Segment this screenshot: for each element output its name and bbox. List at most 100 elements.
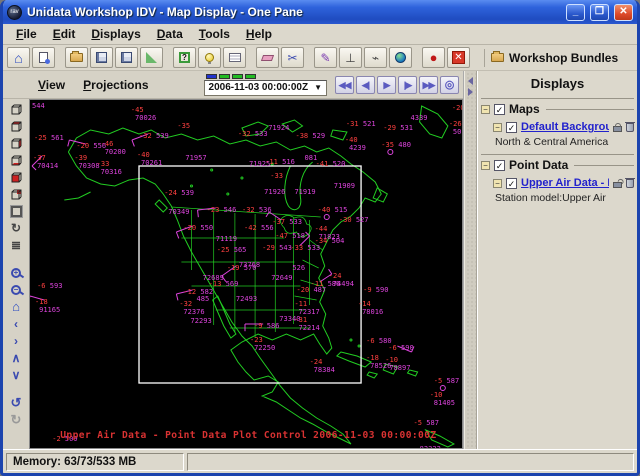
default-background-link[interactable]: Default Backgroun... xyxy=(521,121,609,133)
go-end-button[interactable]: ▶▶ xyxy=(419,76,438,94)
status-message-area xyxy=(187,453,634,471)
home-icon: ⌂ xyxy=(14,52,22,64)
upper-air-link[interactable]: Upper Air Data - P... xyxy=(521,177,609,189)
save-bundle-button[interactable] xyxy=(90,47,113,68)
new-display-button[interactable] xyxy=(32,47,55,68)
perspective-view-button[interactable] xyxy=(6,101,26,117)
capture-image-button[interactable]: ? xyxy=(173,47,196,68)
corner-view-button[interactable] xyxy=(6,186,26,202)
time-combo[interactable]: 2006-11-03 00:00:00Z ▼ xyxy=(204,80,327,96)
menu-data[interactable]: Data xyxy=(150,25,190,43)
menu-file[interactable]: File xyxy=(9,25,44,43)
animation-controls: ◀◀ ◀| ▶ |▶ ▶▶ ◎ xyxy=(335,76,459,94)
step-back-button[interactable]: ◀| xyxy=(356,76,375,94)
maps-checkbox[interactable]: ✓ xyxy=(494,104,505,115)
collapse-default-background-button[interactable]: − xyxy=(493,123,502,132)
menu-view[interactable]: View xyxy=(31,76,72,94)
maximize-button[interactable]: ❐ xyxy=(590,4,609,21)
top-view-button[interactable] xyxy=(6,118,26,134)
drawing-control-button[interactable] xyxy=(140,47,163,68)
side-view-button[interactable] xyxy=(6,135,26,151)
svg-text:72293: 72293 xyxy=(190,316,211,325)
zoom-out-button[interactable]: − xyxy=(6,282,26,298)
collapse-right-icon[interactable] xyxy=(468,88,473,96)
play-button[interactable]: ▶ xyxy=(377,76,396,94)
show-dashboard-button[interactable]: ⌂ xyxy=(7,47,30,68)
collapse-point-data-button[interactable]: − xyxy=(481,161,490,170)
trash-icon-2[interactable] xyxy=(626,179,634,188)
create-formula-button[interactable]: ⌁ xyxy=(364,47,387,68)
map-canvas[interactable]: 544-4570026-32 539-407026171957-35-46702… xyxy=(30,100,462,448)
collapse-maps-button[interactable]: − xyxy=(481,105,490,114)
default-background-checkbox[interactable]: ✓ xyxy=(506,122,517,133)
redo-button[interactable]: ↻ xyxy=(6,412,26,428)
bottom-view-button[interactable] xyxy=(6,152,26,168)
open-bundle-button[interactable] xyxy=(65,47,88,68)
pan-right-button[interactable]: › xyxy=(6,333,26,349)
svg-text:-11 516: -11 516 xyxy=(265,157,295,166)
title-bar[interactable]: rav Unidata Workshop IDV - Map Display -… xyxy=(3,0,637,24)
content-area: View Projections 2006-11-03 00:00:00Z ▼ … xyxy=(3,71,637,449)
menu-tools[interactable]: Tools xyxy=(192,25,237,43)
map-view-panel: View Projections 2006-11-03 00:00:00Z ▼ … xyxy=(3,71,464,449)
svg-text:-41 520: -41 520 xyxy=(316,159,346,168)
menu-displays[interactable]: Displays xyxy=(84,25,147,43)
loop-button[interactable]: ◎ xyxy=(440,76,459,94)
box-outline-icon xyxy=(11,206,22,217)
menu-projections[interactable]: Projections xyxy=(76,76,155,94)
cut-button[interactable]: ✂ xyxy=(281,47,304,68)
show-tips-button[interactable] xyxy=(198,47,221,68)
selection-box[interactable] xyxy=(139,166,361,383)
time-step-indicators xyxy=(206,74,256,79)
box-outline-button[interactable] xyxy=(6,203,26,219)
collapse-left-icon[interactable] xyxy=(468,77,473,85)
collapse-upper-air-button[interactable]: − xyxy=(493,179,502,188)
pan-down-button[interactable]: ∨ xyxy=(6,367,26,383)
time-step-3[interactable] xyxy=(245,74,256,79)
globe-icon xyxy=(395,52,406,63)
close-button[interactable]: ✕ xyxy=(614,4,633,21)
pan-up-button[interactable]: ∧ xyxy=(6,350,26,366)
menu-edit[interactable]: Edit xyxy=(46,25,83,43)
go-start-button[interactable]: ◀◀ xyxy=(335,76,354,94)
save-favorite-button[interactable] xyxy=(115,47,138,68)
lightbulb-icon xyxy=(205,53,214,62)
drafting-icon: ⊥ xyxy=(345,52,355,64)
time-step-0[interactable] xyxy=(206,74,217,79)
step-forward-button[interactable]: |▶ xyxy=(398,76,417,94)
svg-text:-19 570: -19 570 xyxy=(227,263,257,272)
rotate-view-button[interactable]: ↻ xyxy=(6,220,26,236)
new-display-icon xyxy=(39,52,48,63)
pan-left-icon: ‹ xyxy=(14,318,18,330)
time-step-1[interactable] xyxy=(219,74,230,79)
draw-pen-button[interactable]: ✎ xyxy=(314,47,337,68)
zoom-in-button[interactable]: + xyxy=(6,265,26,281)
pan-left-button[interactable]: ‹ xyxy=(6,316,26,332)
station-model-button[interactable]: ⊥ xyxy=(339,47,362,68)
ruler-button[interactable]: ≣ xyxy=(6,237,26,253)
workshop-bundles[interactable]: Workshop Bundles xyxy=(491,51,618,65)
record-movie-button[interactable]: ● xyxy=(422,47,445,68)
panel-splitter[interactable] xyxy=(464,71,477,449)
svg-text:-42 556: -42 556 xyxy=(244,223,274,232)
reset-home-button[interactable]: ⌂ xyxy=(6,299,26,315)
time-step-2[interactable] xyxy=(232,74,243,79)
undo-icon: ↺ xyxy=(11,397,22,409)
upper-air-checkbox[interactable]: ✓ xyxy=(506,178,517,189)
exit-button[interactable]: ✕ xyxy=(447,47,470,68)
maps-group: − ✓ Maps − ✓ Default Backgroun... North … xyxy=(481,98,634,152)
trash-icon[interactable] xyxy=(626,123,634,132)
svg-text:71919: 71919 xyxy=(294,187,315,196)
support-form-button[interactable] xyxy=(223,47,246,68)
globe-display-button[interactable] xyxy=(389,47,412,68)
front-view-button[interactable] xyxy=(6,169,26,185)
point-data-checkbox[interactable]: ✓ xyxy=(494,160,505,171)
undo-button[interactable]: ↺ xyxy=(6,395,26,411)
lock-icon[interactable] xyxy=(613,126,622,132)
unlock-icon[interactable] xyxy=(613,182,622,188)
svg-text:-3172214: -3172214 xyxy=(294,315,319,332)
remove-displays-button[interactable] xyxy=(256,47,279,68)
minimize-button[interactable]: _ xyxy=(566,4,585,21)
menu-help[interactable]: Help xyxy=(239,25,279,43)
map-display[interactable]: 544-4570026-32 539-407026171957-35-46702… xyxy=(29,99,463,449)
